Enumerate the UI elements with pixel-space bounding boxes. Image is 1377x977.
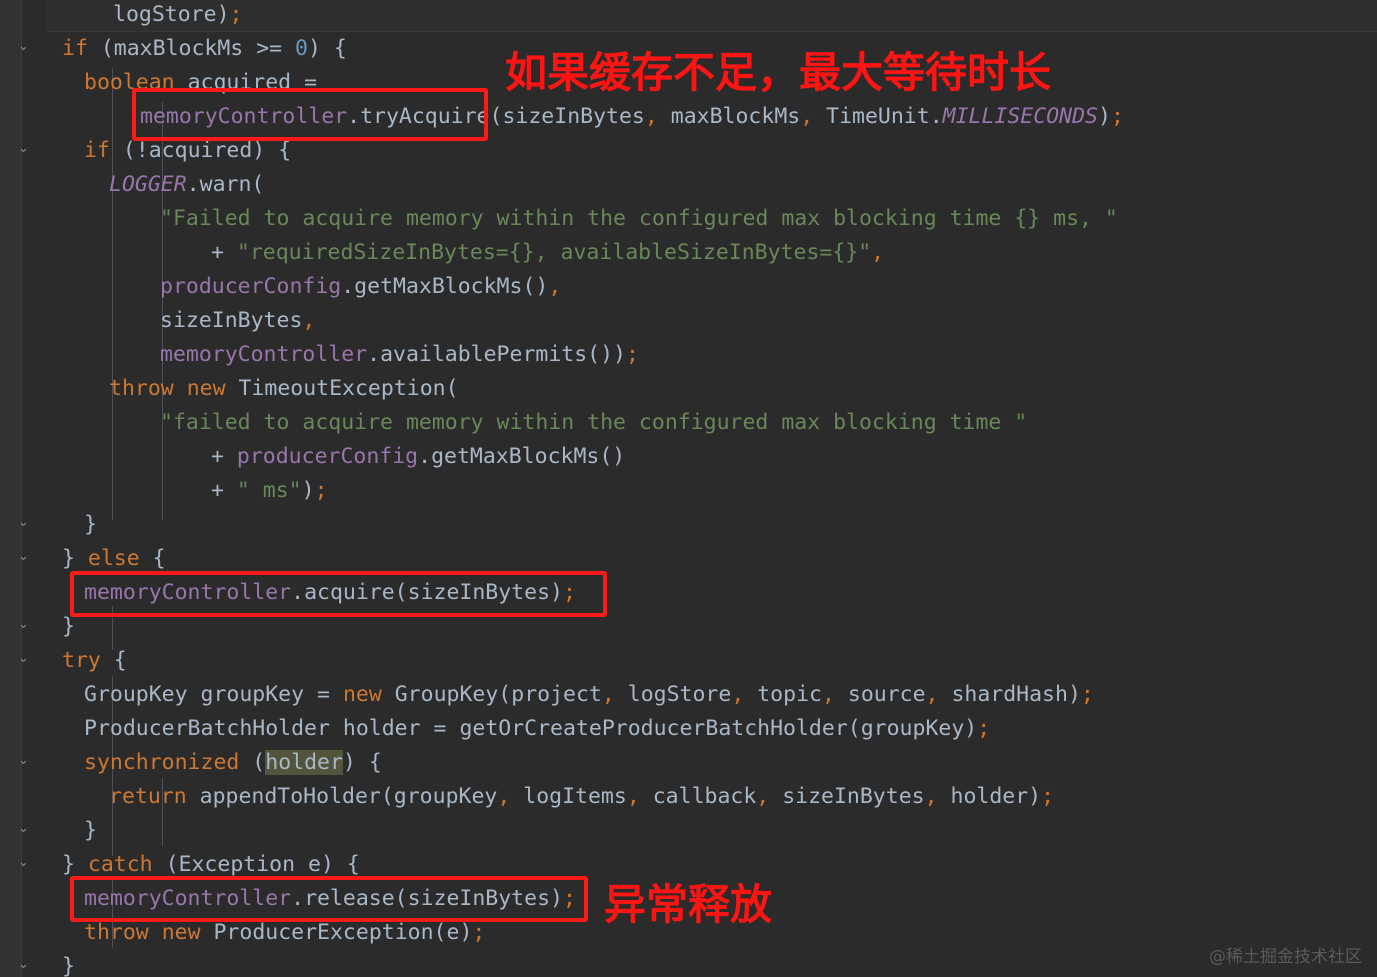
code-line[interactable]: + "requiredSizeInBytes={}, availableSize…: [211, 236, 884, 270]
code-line[interactable]: LOGGER.warn(: [109, 168, 264, 202]
code-line[interactable]: boolean acquired =: [84, 66, 317, 100]
code-line[interactable]: if (maxBlockMs >= 0) {: [62, 32, 347, 66]
code-line[interactable]: + " ms");: [211, 474, 328, 508]
code-line[interactable]: memoryController.acquire(sizeInBytes);: [84, 576, 576, 610]
code-line[interactable]: return appendToHolder(groupKey, logItems…: [109, 780, 1054, 814]
code-line[interactable]: if (!acquired) {: [84, 134, 291, 168]
code-line[interactable]: }: [84, 508, 97, 542]
code-content[interactable]: logStore); if (maxBlockMs >= 0) { boolea…: [0, 0, 1377, 977]
watermark: @稀土掘金技术社区: [1209, 947, 1362, 967]
code-line[interactable]: }: [84, 814, 97, 848]
code-line[interactable]: "Failed to acquire memory within the con…: [160, 202, 1118, 236]
code-line[interactable]: throw new ProducerException(e);: [84, 916, 485, 950]
code-line[interactable]: producerConfig.getMaxBlockMs(),: [160, 270, 561, 304]
code-line[interactable]: try {: [62, 644, 127, 678]
code-line[interactable]: memoryController.availablePermits());: [160, 338, 639, 372]
code-line[interactable]: ProducerBatchHolder holder = getOrCreate…: [84, 712, 990, 746]
code-line[interactable]: throw new TimeoutException(: [109, 372, 459, 406]
code-line[interactable]: "failed to acquire memory within the con…: [160, 406, 1027, 440]
code-line[interactable]: synchronized (holder) {: [84, 746, 382, 780]
annotation-exception-release: 异常释放: [604, 880, 773, 929]
code-line[interactable]: memoryController.tryAcquire(sizeInBytes,…: [140, 100, 1124, 134]
code-line[interactable]: }: [62, 610, 75, 644]
code-line[interactable]: memoryController.release(sizeInBytes);: [84, 882, 576, 916]
code-line[interactable]: sizeInBytes,: [160, 304, 315, 338]
code-line[interactable]: } catch (Exception e) {: [62, 848, 360, 882]
annotation-max-wait: 如果缓存不足，最大等待时长: [505, 48, 1052, 97]
code-line[interactable]: logStore);: [113, 0, 242, 32]
code-line[interactable]: GroupKey groupKey = new GroupKey(project…: [84, 678, 1094, 712]
code-line[interactable]: }: [62, 950, 75, 977]
code-line[interactable]: + producerConfig.getMaxBlockMs(): [211, 440, 625, 474]
code-editor-screenshot: ⌄ ⌄ ⌄ ⌄ ⌄ ⌄ ⌄ ⌄ ⌄ ⌄ logStore); if (maxBl…: [0, 0, 1377, 977]
code-line[interactable]: } else {: [62, 542, 166, 576]
